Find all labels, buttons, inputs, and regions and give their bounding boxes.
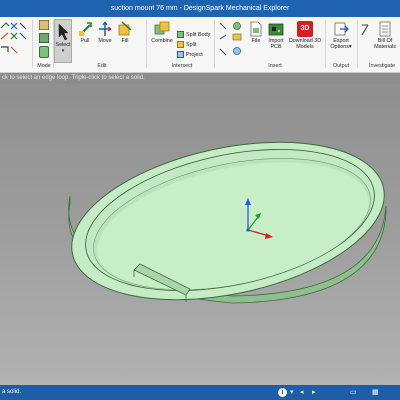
download-3d-label-line2: Models [296, 44, 314, 50]
3d-viewport[interactable] [0, 84, 400, 385]
viewport-canvas[interactable] [0, 84, 400, 385]
mode-icons [37, 20, 51, 62]
split-body-label: Split Body [186, 32, 211, 38]
window-title: suction mount 76 mm - DesignSpark Mechan… [110, 5, 290, 12]
file-label: File [251, 38, 261, 44]
bill-of-materials-button[interactable]: Bill Of Materials [370, 21, 400, 50]
split-body-icon [177, 31, 184, 39]
insert-file-button[interactable]: File [248, 21, 264, 44]
fill-button[interactable]: Fill [117, 21, 133, 44]
fill-icon [118, 21, 132, 36]
move-icon [99, 21, 112, 36]
sketch-tools-icons[interactable] [0, 19, 30, 61]
insert-small-tools [218, 21, 244, 61]
sketch-mode-icon[interactable] [39, 20, 49, 30]
select-button[interactable]: Select ▾ [54, 19, 72, 63]
app-window: suction mount 76 mm - DesignSpark Mechan… [0, 0, 400, 400]
status-text: a solid. [2, 389, 22, 395]
cursor-arrow-icon [58, 23, 69, 41]
intersect-group-label: Intersect [171, 63, 193, 69]
split-label: Split [186, 42, 197, 48]
hint-bar: ck to select an edge loop. Triple-click … [0, 73, 400, 84]
selection-filter-icon[interactable]: ▭ [350, 385, 357, 400]
import-pcb-button[interactable]: Import PCB [266, 21, 286, 50]
split-icon [177, 41, 184, 49]
status-chevron-down-icon[interactable]: ▾ [290, 385, 294, 400]
pull-label: Pull [80, 38, 90, 44]
ribbon-separator [32, 20, 33, 68]
measure-icon[interactable] [360, 23, 370, 37]
mode-group-label: Mode [37, 63, 51, 69]
section-mode-icon[interactable] [39, 33, 49, 43]
combine-button[interactable]: Combine [150, 21, 174, 44]
ribbon-separator [325, 20, 326, 68]
pull-icon [79, 22, 92, 36]
hint-text: ck to select an edge loop. Triple-click … [2, 75, 145, 81]
ribbon-separator [146, 20, 147, 68]
sketch-tools [0, 19, 30, 61]
chevron-down-icon: ▾ [61, 48, 65, 54]
bill-of-materials-icon [379, 21, 391, 37]
investigate-group-label: Investigate [368, 63, 396, 69]
info-icon[interactable]: i [278, 388, 287, 397]
download-3d-models-button[interactable]: 3D Download 3D Models [287, 21, 323, 50]
export-icon [334, 22, 349, 36]
combine-label: Combine [151, 38, 173, 44]
axis-origin [246, 228, 250, 232]
view-options-icon[interactable]: ▦ [372, 385, 379, 400]
status-bar: a solid. i ▾ ◂ ▸ ▭ ▦ [0, 385, 400, 400]
move-label: Move [98, 38, 112, 44]
title-bar: suction mount 76 mm - DesignSpark Mechan… [0, 0, 400, 17]
output-group-label: Output [332, 63, 350, 69]
ribbon-separator [214, 20, 215, 68]
import-pcb-label-line2: PCB [270, 44, 282, 50]
export-chevron-down-icon: ▾ [348, 44, 352, 50]
fill-label: Fill [121, 38, 129, 44]
status-next-icon[interactable]: ▸ [312, 385, 316, 400]
split-body-button[interactable]: Split Body [177, 31, 210, 39]
pull-button[interactable]: Pull [77, 21, 93, 44]
edit-group-label: Edit [97, 63, 107, 69]
file-icon [250, 21, 262, 37]
move-button[interactable]: Move [96, 21, 114, 44]
project-button[interactable]: Project [177, 51, 203, 59]
project-label: Project [186, 52, 203, 58]
status-prev-icon[interactable]: ◂ [300, 385, 304, 400]
insert-tools-icons[interactable] [218, 21, 244, 61]
3d-mode-icon[interactable] [39, 46, 49, 58]
split-button[interactable]: Split [177, 41, 197, 49]
combine-icon [154, 21, 170, 35]
pcb-icon [268, 23, 284, 36]
ribbon-toolbar: Mode Select ▾ Pull Move Fill Edit Combin… [0, 17, 400, 73]
project-icon [177, 51, 184, 59]
export-label-line2: Options [330, 44, 349, 50]
ribbon-separator [357, 20, 358, 68]
3d-icon: 3D [297, 21, 313, 37]
bom-label-line2: Materials [374, 44, 396, 50]
export-options-button[interactable]: Export Options▾ [327, 21, 355, 50]
insert-group-label: Insert [268, 63, 282, 69]
